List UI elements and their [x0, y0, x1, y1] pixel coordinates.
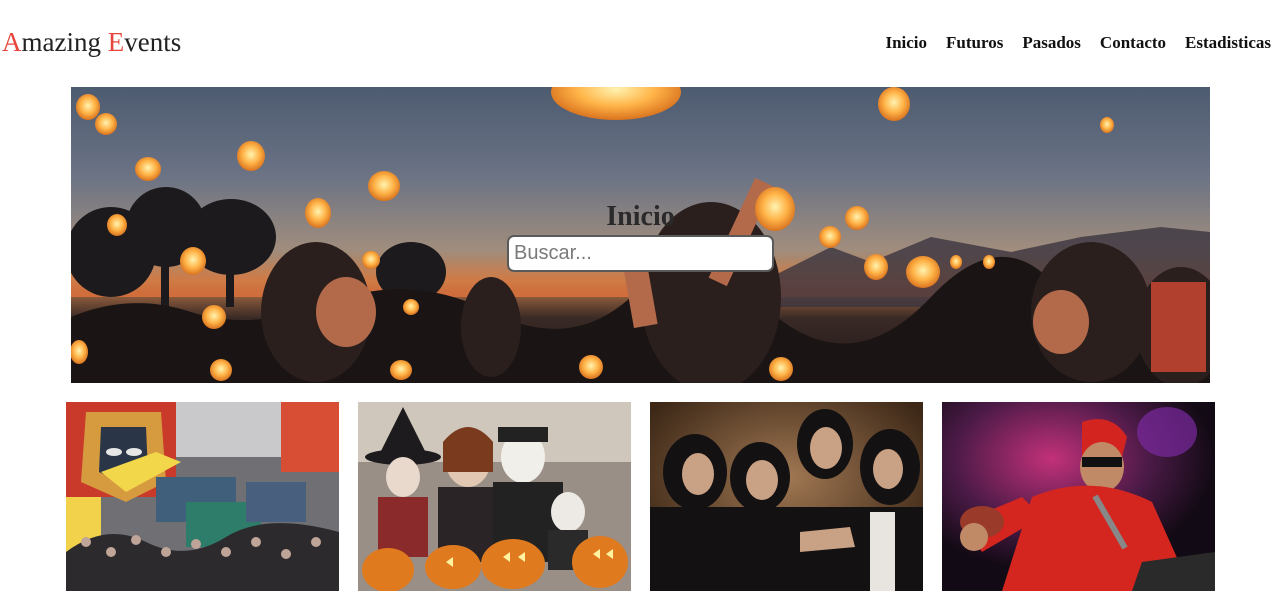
- nav-link-estadisticas[interactable]: Estadisticas: [1185, 33, 1271, 53]
- event-card-rock-concert[interactable]: [942, 402, 1215, 591]
- brand-logo[interactable]: Amazing Events: [2, 27, 181, 58]
- event-card-halloween[interactable]: [358, 402, 631, 591]
- logo-initial-a: A: [2, 27, 22, 57]
- nav-link-contacto[interactable]: Contacto: [1100, 33, 1166, 53]
- nav-link-futuros[interactable]: Futuros: [946, 33, 1003, 53]
- nav-link-pasados[interactable]: Pasados: [1022, 33, 1081, 53]
- halloween-family-image: [358, 402, 631, 591]
- hero-banner: Inicio: [71, 87, 1210, 383]
- search-input[interactable]: [507, 235, 774, 272]
- event-card-metal-band[interactable]: [650, 402, 923, 591]
- top-header: Amazing Events Inicio Futuros Pasados Co…: [0, 0, 1280, 87]
- rock-concert-image: [942, 402, 1215, 591]
- comic-convention-image: [66, 402, 339, 591]
- main-nav: Inicio Futuros Pasados Contacto Estadist…: [885, 33, 1271, 53]
- event-card-comic-convention[interactable]: [66, 402, 339, 591]
- logo-text-events: vents: [124, 27, 182, 57]
- hero-title: Inicio: [606, 201, 675, 232]
- event-cards-row: [0, 402, 1280, 591]
- logo-initial-e: E: [107, 27, 125, 57]
- metal-band-image: [650, 402, 923, 591]
- nav-link-inicio[interactable]: Inicio: [885, 33, 927, 53]
- logo-text-amazing: mazing: [21, 27, 108, 57]
